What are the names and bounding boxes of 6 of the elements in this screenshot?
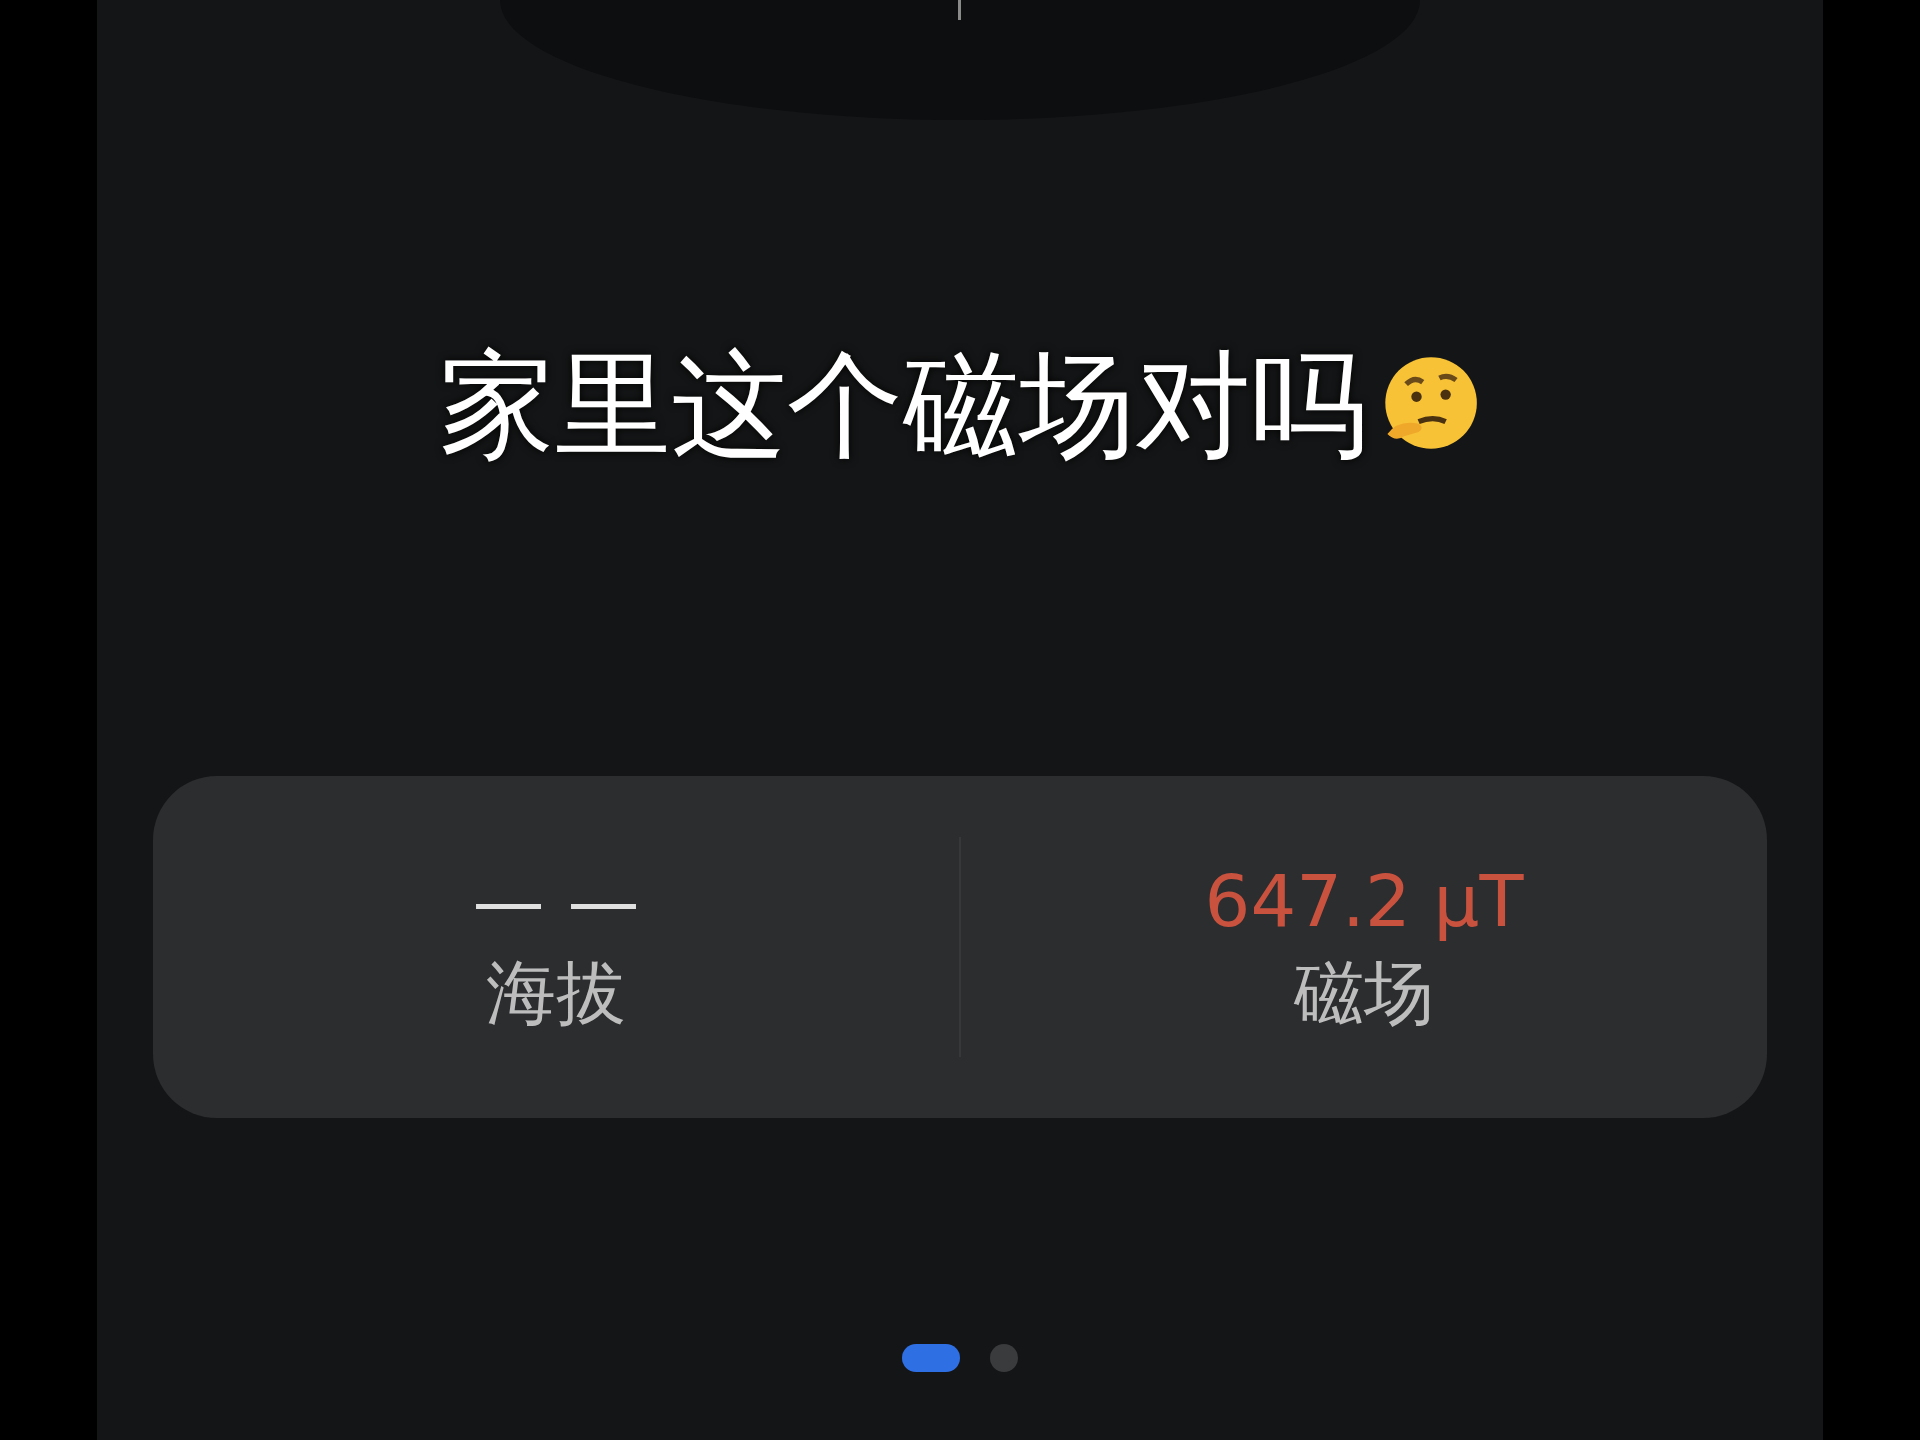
page-indicator-dot[interactable] — [990, 1344, 1018, 1372]
stat-value: — — — [472, 861, 640, 942]
stat-label: 磁场 — [1294, 955, 1434, 1033]
stat-label: 海拔 — [486, 955, 626, 1033]
caption-text: 家里这个磁场对吗 — [439, 336, 1367, 475]
stat-value: 647.2 μT — [1204, 861, 1524, 942]
